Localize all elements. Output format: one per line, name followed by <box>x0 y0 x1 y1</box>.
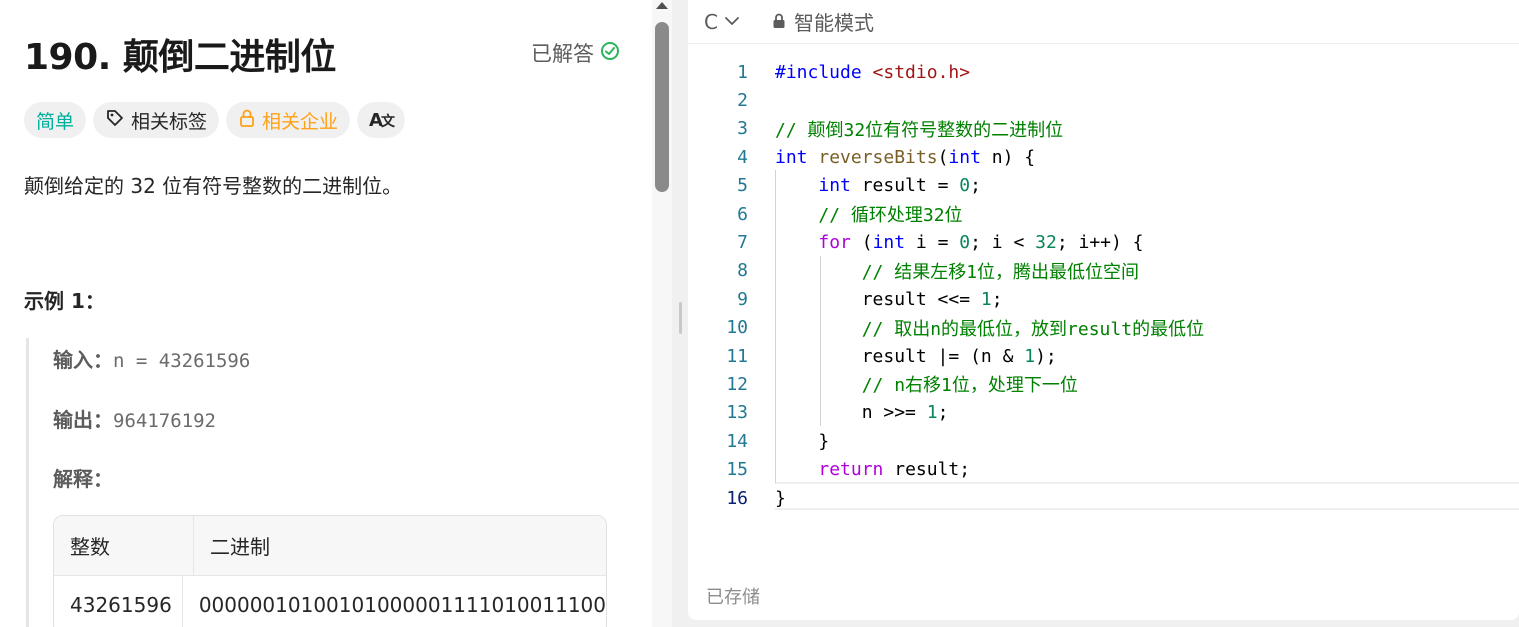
line-number: 9 <box>737 288 748 310</box>
code-line[interactable]: 16} <box>688 484 1519 512</box>
code-line[interactable]: 6 // 循环处理32位 <box>688 200 1519 228</box>
mode-label: 智能模式 <box>793 11 874 35</box>
difficulty-tag[interactable]: 简单 <box>24 102 87 138</box>
line-number: 4 <box>737 146 748 168</box>
solved-status: 已解答 <box>531 38 620 68</box>
line-number: 14 <box>726 430 748 452</box>
code-line[interactable]: 2 <box>688 86 1519 114</box>
line-number: 8 <box>737 260 748 282</box>
input-value: n = 43261596 <box>113 350 251 372</box>
drag-handle-icon[interactable] <box>679 302 682 334</box>
code-line[interactable]: 10 // 取出n的最低位，放到result的最低位 <box>688 314 1519 342</box>
translate-button[interactable]: A文 <box>357 102 405 138</box>
code-line[interactable]: 8 // 结果左移1位，腾出最低位空间 <box>688 257 1519 285</box>
topics-label: 相关标签 <box>131 110 208 133</box>
line-number: 3 <box>737 118 748 140</box>
code-line[interactable]: 12 // n右移1位，处理下一位 <box>688 370 1519 398</box>
table-cell: 00000010100101000001111010011100 <box>198 593 606 617</box>
line-number: 2 <box>737 90 748 112</box>
check-circle-icon <box>600 41 620 66</box>
code-line[interactable]: 1 #include <stdio.h> <box>688 58 1519 86</box>
code-line[interactable]: 7 for (int i = 0; i < 32; i++) { <box>688 228 1519 256</box>
table-row: 43261596 0000001010010100000111101001110… <box>54 575 606 627</box>
lock-icon <box>238 108 256 133</box>
code-area[interactable]: 1 #include <stdio.h> 2 3// 颠倒32位有符号整数的二进制… <box>688 58 1519 512</box>
example-output: 输出：964176192 <box>53 404 216 433</box>
code-editor-panel: C 智能模式 1 #include <stdio.h> 2 3// 颠倒32位有符… <box>688 0 1519 620</box>
chevron-down-icon <box>724 10 740 34</box>
line-number: 13 <box>726 402 748 424</box>
language-label: C <box>704 9 718 34</box>
topics-tag-button[interactable]: 相关标签 <box>93 102 220 138</box>
editor-toolbar: C 智能模式 <box>688 0 1519 44</box>
example-block: 输入：n = 43261596 输出：964176192 解释： 整数 二进制 … <box>26 338 656 627</box>
output-label: 输出： <box>53 408 113 432</box>
language-selector[interactable]: C <box>704 10 740 34</box>
companies-tag-button[interactable]: 相关企业 <box>226 102 351 138</box>
lock-icon <box>772 10 786 34</box>
translate-icon: A文 <box>369 109 395 131</box>
code-line[interactable]: 14 } <box>688 427 1519 455</box>
line-number: 11 <box>726 345 748 367</box>
line-number: 6 <box>737 203 748 225</box>
input-label: 输入： <box>53 348 113 372</box>
problem-title: 190. 颠倒二进制位 <box>24 37 336 78</box>
smart-mode-toggle[interactable]: 智能模式 <box>772 7 874 36</box>
solved-label: 已解答 <box>531 42 594 66</box>
code-line[interactable]: 11 result |= (n & 1); <box>688 342 1519 370</box>
table-cell: 43261596 <box>54 576 183 627</box>
table-header-row: 整数 二进制 <box>54 516 606 575</box>
companies-label: 相关企业 <box>262 110 339 133</box>
code-line[interactable]: 3// 颠倒32位有符号整数的二进制位 <box>688 115 1519 143</box>
explain-label: 解释： <box>53 467 113 491</box>
line-number: 15 <box>726 459 748 481</box>
explanation-table: 整数 二进制 43261596 000000101001010000011110… <box>53 515 607 627</box>
difficulty-label: 简单 <box>36 110 75 133</box>
line-number: 16 <box>726 487 748 509</box>
problem-description: 颠倒给定的 32 位有符号整数的二进制位。 <box>24 174 403 198</box>
table-header-cell: 二进制 <box>210 535 270 559</box>
scrollbar-thumb[interactable] <box>655 22 669 192</box>
problem-panel: 190. 颠倒二进制位 已解答 简单 相关标签 相关企业 A文 颠倒给定的 32… <box>0 0 672 627</box>
line-number: 1 <box>737 61 748 83</box>
table-header-cell: 整数 <box>54 516 194 575</box>
line-number: 7 <box>737 232 748 254</box>
scroll-up-arrow-icon[interactable] <box>656 2 668 9</box>
save-status: 已存储 <box>706 587 760 608</box>
tag-icon <box>105 108 125 133</box>
example-title: 示例 1： <box>24 289 105 313</box>
line-number: 12 <box>726 373 748 395</box>
code-line[interactable]: 5 int result = 0; <box>688 172 1519 200</box>
example-input: 输入：n = 43261596 <box>53 344 250 373</box>
line-number: 10 <box>726 317 748 339</box>
line-number: 5 <box>737 175 748 197</box>
example-explanation: 解释： <box>53 463 113 492</box>
code-line[interactable]: 4 int reverseBits(int n) { <box>688 143 1519 171</box>
code-line[interactable]: 9 result <<= 1; <box>688 285 1519 313</box>
output-value: 964176192 <box>113 410 216 432</box>
code-line[interactable]: 13 n >>= 1; <box>688 399 1519 427</box>
tag-list: 简单 相关标签 相关企业 A文 <box>24 102 405 138</box>
code-line[interactable]: 15 return result; <box>688 455 1519 483</box>
